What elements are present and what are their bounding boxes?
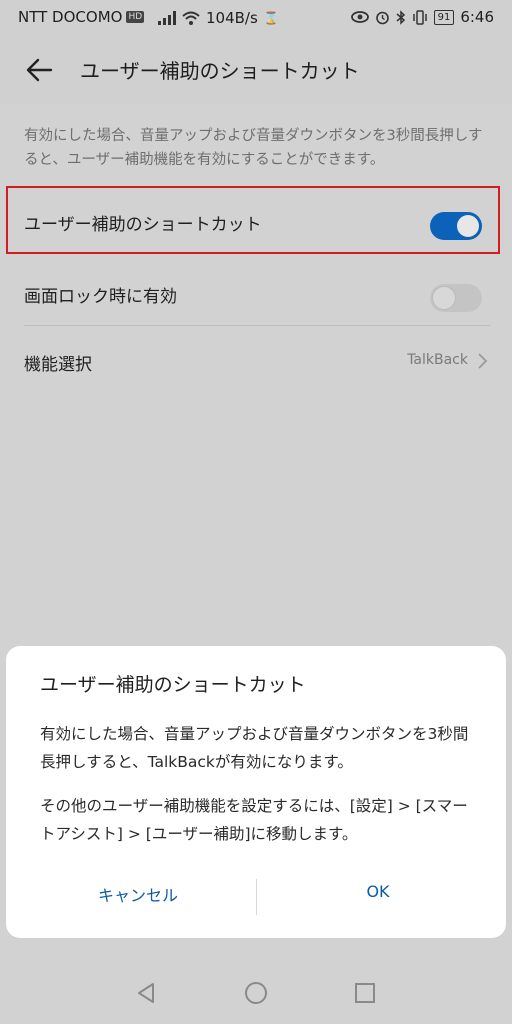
status-left: NTT DOCOMO HD <box>18 8 145 26</box>
lock-screen-setting-row[interactable]: 画面ロック時に有効 <box>24 260 490 326</box>
status-right: 91 6:46 <box>350 8 494 26</box>
app-bar: ユーザー補助のショートカット <box>0 36 512 104</box>
wifi-icon <box>182 11 200 25</box>
hd-badge: HD <box>126 11 145 23</box>
status-signal-group: 104B/s ⌛ <box>158 9 279 27</box>
settings-content: 有効にした場合、音量アップおよび音量ダウンボタンを3秒間長押しすると、ユーザー補… <box>0 104 512 644</box>
lock-screen-setting-label: 画面ロック時に有効 <box>24 287 177 307</box>
button-separator <box>256 879 257 915</box>
chevron-right-icon <box>478 353 488 369</box>
cancel-button[interactable]: キャンセル <box>18 882 258 912</box>
toggle-knob <box>432 286 456 310</box>
ok-button[interactable]: OK <box>258 882 498 912</box>
shortcut-dialog: ユーザー補助のショートカット 有効にした場合、音量アップおよび音量ダウンボタンを… <box>6 646 506 938</box>
back-arrow-icon[interactable] <box>22 52 58 88</box>
feature-select-row[interactable]: 機能選択 TalkBack <box>24 328 490 394</box>
status-bar: NTT DOCOMO HD 104B/s ⌛ 91 6:46 <box>0 0 512 36</box>
shortcut-setting-row[interactable]: ユーザー補助のショートカット <box>24 188 490 254</box>
dialog-message-1: 有効にした場合、音量アップおよび音量ダウンボタンを3秒間長押しすると、TalkB… <box>40 725 469 771</box>
navigation-bar <box>0 960 512 1024</box>
page-title: ユーザー補助のショートカット <box>80 59 360 83</box>
clock: 6:46 <box>460 8 494 26</box>
hourglass-icon: ⌛ <box>263 11 279 25</box>
carrier-label: NTT DOCOMO <box>18 8 123 26</box>
eye-icon <box>350 11 369 23</box>
dialog-message-2: その他のユーザー補助機能を設定するには、[設定] > [スマートアシスト] > … <box>40 797 468 843</box>
description-text: 有効にした場合、音量アップおよび音量ダウンボタンを3秒間長押しすると、ユーザー補… <box>24 128 483 168</box>
shortcut-setting-label: ユーザー補助のショートカット <box>24 215 262 235</box>
nav-home-icon[interactable] <box>243 980 269 1006</box>
alarm-icon <box>375 11 389 24</box>
nav-recents-icon[interactable] <box>352 980 378 1006</box>
lock-screen-toggle[interactable] <box>430 284 482 312</box>
shortcut-toggle[interactable] <box>430 212 482 240</box>
toggle-knob <box>457 215 479 237</box>
signal-icon <box>158 11 176 25</box>
divider <box>24 325 490 326</box>
feature-select-label: 機能選択 <box>24 355 92 375</box>
feature-select-value: TalkBack <box>407 352 468 368</box>
bluetooth-icon <box>396 9 405 25</box>
nav-back-icon[interactable] <box>133 980 159 1006</box>
network-speed: 104B/s <box>206 9 258 27</box>
vibrate-icon <box>412 9 427 25</box>
battery-indicator: 91 <box>433 9 455 25</box>
dialog-title: ユーザー補助のショートカット <box>40 674 306 696</box>
